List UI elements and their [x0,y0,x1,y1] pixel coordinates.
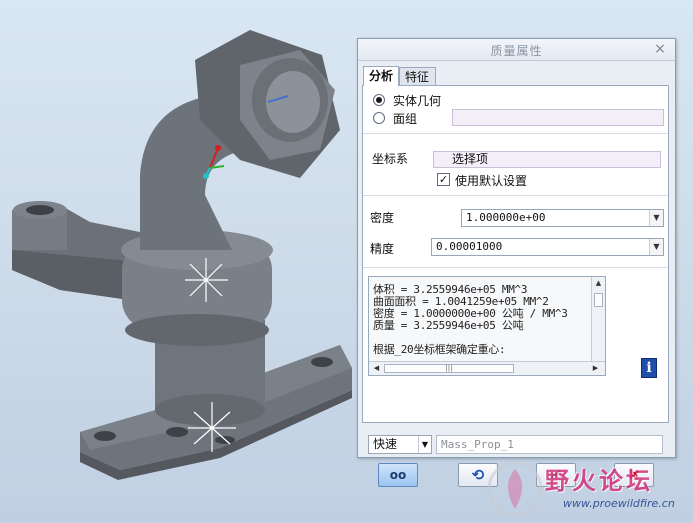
horizontal-scrollbar[interactable]: ◀ ||| ▶ [369,361,605,375]
preview-button[interactable]: oo [378,463,418,487]
csys-label: 坐标系 [372,152,409,166]
mass-result: 质量 = 3.2559946e+05 公吨 [373,319,524,332]
radio-quilt[interactable] [373,112,385,124]
divider [363,195,668,196]
close-button[interactable]: × [653,41,667,57]
scroll-thumb[interactable]: ||| [384,364,514,373]
solid-geometry-label: 实体几何 [393,94,442,108]
mode-value: 快速 [373,437,398,451]
watermark-title: 野火论坛 [545,467,653,495]
chevron-down-icon[interactable]: ▼ [649,210,663,226]
divider [363,133,668,134]
mass-properties-dialog: 质量属性 × 分析 特征 实体几何 面组 坐标系 选择项 ✓ 使用默认设置 密度… [357,38,676,487]
density-select[interactable]: 1.000000e+00 ▼ [461,209,664,227]
precision-value: 0.00001000 [436,240,503,253]
scroll-left-icon[interactable]: ◀ [370,362,383,375]
density-value: 1.000000e+00 [466,211,546,224]
vertical-scrollbar[interactable]: ▲ [591,277,605,361]
quilt-field[interactable] [452,109,664,126]
mode-select[interactable]: 快速 ▼ [368,435,432,454]
scroll-thumb[interactable] [594,293,603,307]
feature-name-field[interactable]: Mass_Prop_1 [436,435,663,454]
info-icon[interactable]: i [641,358,657,378]
precision-select[interactable]: 0.00001000 ▼ [431,238,664,256]
density-label: 密度 [370,211,395,225]
radio-solid-geometry[interactable] [373,94,385,106]
precision-label: 精度 [370,242,395,256]
csys-select-field[interactable]: 选择项 [433,151,661,168]
use-default-label: 使用默认设置 [455,174,528,188]
tab-feature[interactable]: 特征 [399,67,436,85]
chevron-down-icon[interactable]: ▼ [418,436,431,453]
divider [363,267,668,268]
watermark-url: www.proewildfire.cn [563,497,675,510]
watermark-logo-icon [487,461,543,517]
tab-analysis[interactable]: 分析 [363,66,399,86]
chevron-down-icon[interactable]: ▼ [649,239,663,255]
cog-result: 根据_20坐标框架确定重心: [373,343,506,356]
scroll-up-icon[interactable]: ▲ [592,277,605,290]
scroll-right-icon[interactable]: ▶ [589,362,602,375]
dialog-title: 质量属性 [490,44,543,58]
results-box[interactable]: 体积 = 3.2559946e+05 MM^3 曲面面积 = 1.0041259… [368,276,606,376]
watermark: 野火论坛 www.proewildfire.cn [485,457,693,523]
use-default-checkbox[interactable]: ✓ [437,173,450,186]
quilt-label: 面组 [393,112,418,126]
dialog-titlebar[interactable]: 质量属性 × [358,39,675,61]
